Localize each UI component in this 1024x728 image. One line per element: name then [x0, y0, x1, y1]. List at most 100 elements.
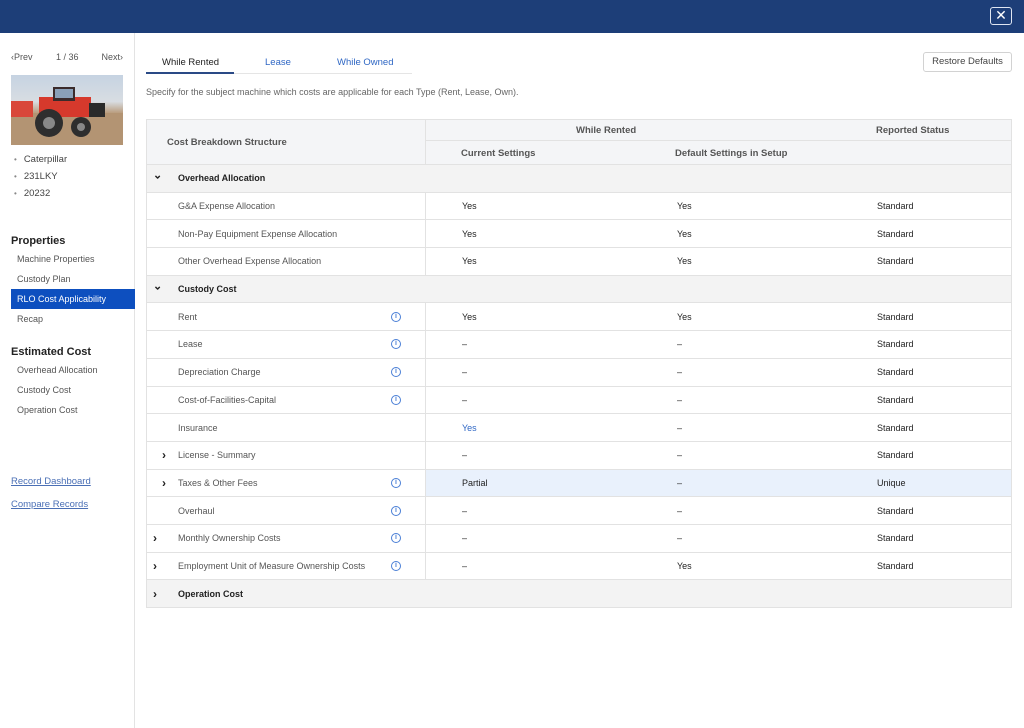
- cell-current-setting[interactable]: Yes: [425, 414, 625, 441]
- cell-name: Overhaul i: [147, 497, 425, 524]
- header-cost-breakdown: Cost Breakdown Structure: [167, 137, 287, 148]
- cell-reported-status: Standard: [845, 442, 1011, 469]
- cell-current-setting[interactable]: –: [425, 386, 625, 414]
- table-row[interactable]: › Taxes & Other Fees i Partial – Unique: [147, 469, 1011, 498]
- cell-default-setting: –: [625, 414, 845, 441]
- sidebar-item-operation-cost[interactable]: Operation Cost: [11, 400, 135, 420]
- info-icon[interactable]: i: [391, 533, 401, 544]
- chevron-down-icon[interactable]: ⌄: [153, 280, 162, 293]
- active-tab-indicator: [146, 72, 234, 74]
- tab-lease[interactable]: Lease: [265, 57, 291, 68]
- cell-current-setting[interactable]: Yes: [425, 220, 625, 248]
- chevron-down-icon[interactable]: ⌄: [153, 169, 162, 182]
- default-setting-value: –: [677, 477, 683, 488]
- cell-reported-status: Standard: [845, 525, 1011, 552]
- reported-status-value: Standard: [877, 367, 914, 378]
- info-icon[interactable]: i: [391, 311, 401, 322]
- cell-current-setting[interactable]: Yes: [425, 192, 625, 220]
- chevron-right-icon[interactable]: ›: [162, 476, 166, 490]
- default-setting-value: –: [677, 450, 683, 461]
- table-row: Cost-of-Facilities-Capital i – – Standard: [147, 386, 1011, 415]
- sidebar-item-overhead-allocation[interactable]: Overhead Allocation: [11, 360, 135, 380]
- table-header: Cost Breakdown Structure While Rented Re…: [147, 120, 1011, 165]
- row-label: Depreciation Charge: [178, 367, 261, 378]
- restore-defaults-button[interactable]: Restore Defaults: [923, 52, 1012, 72]
- cell-name: › License - Summary: [147, 442, 425, 469]
- info-icon[interactable]: i: [391, 367, 401, 378]
- sidebar-item-custody-cost[interactable]: Custody Cost: [11, 380, 135, 400]
- default-setting-value: Yes: [677, 560, 692, 571]
- info-icon[interactable]: i: [391, 560, 401, 571]
- cell-current-setting[interactable]: –: [425, 524, 625, 552]
- row-label: Operation Cost: [178, 588, 244, 599]
- cell-current-setting[interactable]: –: [425, 441, 625, 469]
- row-label: Overhaul: [178, 505, 215, 516]
- sidebar-item-custody-plan[interactable]: Custody Plan: [11, 269, 135, 289]
- table-row: Insurance Yes – Standard: [147, 414, 1011, 442]
- cell-reported-status: Standard: [845, 387, 1011, 414]
- table-row[interactable]: › Monthly Ownership Costs i – – Standard: [147, 524, 1011, 553]
- default-setting-value: Yes: [677, 201, 692, 212]
- compare-records-link[interactable]: Compare Records: [11, 499, 88, 510]
- cell-current-setting[interactable]: –: [425, 552, 625, 580]
- info-icon[interactable]: i: [391, 477, 401, 488]
- default-setting-value: –: [677, 505, 683, 516]
- close-button[interactable]: ✕: [990, 7, 1012, 25]
- cell-name: › Taxes & Other Fees i: [147, 470, 425, 497]
- header-divider: [425, 140, 1011, 141]
- current-setting-value: Yes: [462, 228, 477, 239]
- table-group-row[interactable]: › Operation Cost: [147, 580, 1011, 608]
- chevron-right-icon[interactable]: ›: [153, 531, 157, 545]
- table-row: Lease i – – Standard: [147, 331, 1011, 359]
- cell-current-setting[interactable]: Yes: [425, 303, 625, 331]
- cell-current-setting[interactable]: Partial: [425, 469, 625, 497]
- tab-while-rented[interactable]: While Rented: [162, 57, 219, 68]
- info-icon[interactable]: i: [391, 339, 401, 350]
- reported-status-value: Standard: [877, 311, 914, 322]
- current-setting-value: –: [462, 533, 468, 544]
- top-bar: ✕: [0, 0, 1024, 33]
- cell-default-setting: Yes: [625, 220, 845, 247]
- sidebar-item-recap[interactable]: Recap: [11, 309, 135, 329]
- table-group-row[interactable]: ⌄ Overhead Allocation: [147, 165, 1011, 193]
- row-label: Overhead Allocation: [178, 173, 266, 184]
- default-setting-value: –: [677, 339, 683, 350]
- current-setting-value: –: [462, 394, 468, 405]
- cell-reported-status: Unique: [845, 469, 1011, 497]
- info-icon[interactable]: i: [391, 505, 401, 516]
- chevron-right-icon[interactable]: ›: [153, 559, 157, 573]
- current-setting-value[interactable]: Yes: [462, 423, 477, 433]
- cell-current-setting[interactable]: –: [425, 331, 625, 358]
- cell-current-setting[interactable]: Yes: [425, 248, 625, 275]
- cell-name: Non-Pay Equipment Expense Allocation: [147, 220, 425, 247]
- next-button[interactable]: Next›: [101, 52, 123, 62]
- cell-default-setting: Yes: [625, 193, 845, 220]
- table-group-row[interactable]: ⌄ Custody Cost: [147, 275, 1011, 304]
- properties-heading: Properties: [11, 235, 66, 247]
- row-label: Rent: [178, 311, 198, 322]
- prev-button[interactable]: ‹Prev: [11, 52, 33, 62]
- machine-specs: Caterpillar 231LKY 20232: [14, 154, 67, 205]
- sidebar-item-rlo-cost-applicability[interactable]: RLO Cost Applicability: [11, 289, 135, 309]
- current-setting-value: –: [462, 505, 468, 516]
- cell-name: Cost-of-Facilities-Capital i: [147, 387, 425, 414]
- chevron-right-icon[interactable]: ›: [153, 587, 157, 601]
- table-row[interactable]: › License - Summary – – Standard: [147, 441, 1011, 470]
- current-setting-value: Yes: [462, 311, 477, 322]
- spec-make: Caterpillar: [14, 154, 67, 171]
- table-row[interactable]: › Employment Unit of Measure Ownership Co…: [147, 552, 1011, 581]
- record-dashboard-link[interactable]: Record Dashboard: [11, 476, 91, 487]
- row-label: Cost-of-Facilities-Capital: [178, 394, 277, 405]
- sidebar-item-machine-properties[interactable]: Machine Properties: [11, 249, 135, 269]
- cell-current-setting[interactable]: –: [425, 497, 625, 524]
- tab-while-owned[interactable]: While Owned: [337, 57, 394, 68]
- chevron-right-icon[interactable]: ›: [162, 448, 166, 462]
- info-icon[interactable]: i: [391, 394, 401, 405]
- reported-status-value: Standard: [877, 505, 914, 516]
- cell-default-setting: –: [625, 525, 845, 552]
- cell-reported-status: Standard: [845, 553, 1011, 580]
- cell-name: Insurance: [147, 414, 425, 441]
- cell-name: ⌄ Custody Cost: [147, 276, 425, 303]
- header-while-rented: While Rented: [576, 125, 637, 136]
- cell-current-setting[interactable]: –: [425, 358, 625, 386]
